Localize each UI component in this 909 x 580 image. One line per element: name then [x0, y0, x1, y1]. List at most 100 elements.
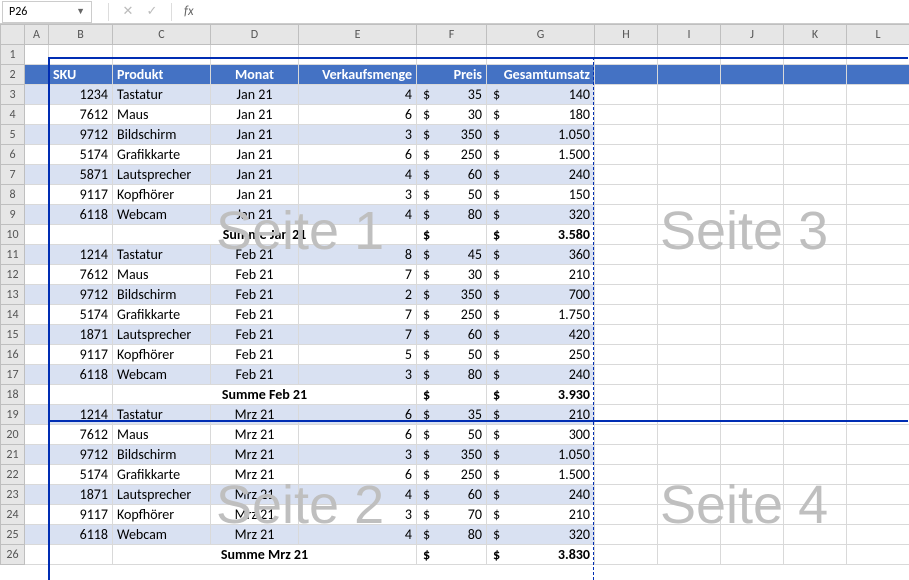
- cell[interactable]: [25, 165, 49, 185]
- cell[interactable]: $1.500: [487, 465, 595, 485]
- cell[interactable]: 9117: [49, 505, 113, 525]
- cell[interactable]: $60: [417, 485, 487, 505]
- cell[interactable]: 9117: [49, 345, 113, 365]
- cell[interactable]: [721, 145, 784, 165]
- cell[interactable]: Jan 21: [211, 105, 299, 125]
- cell[interactable]: $45: [417, 245, 487, 265]
- cell[interactable]: Mrz 21: [211, 445, 299, 465]
- cell[interactable]: [721, 165, 784, 185]
- cell[interactable]: $140: [487, 85, 595, 105]
- cell[interactable]: $180: [487, 105, 595, 125]
- cell[interactable]: $80: [417, 365, 487, 385]
- cell[interactable]: [847, 105, 909, 125]
- cell[interactable]: Jan 21: [211, 85, 299, 105]
- cell[interactable]: Feb 21: [211, 325, 299, 345]
- cell[interactable]: [721, 265, 784, 285]
- col-header[interactable]: D: [211, 25, 299, 45]
- cell[interactable]: [25, 445, 49, 465]
- cell[interactable]: 4: [299, 205, 417, 225]
- cell[interactable]: Mrz 21: [211, 465, 299, 485]
- cell[interactable]: [847, 185, 909, 205]
- cell[interactable]: 6: [299, 105, 417, 125]
- cell[interactable]: $: [417, 545, 487, 565]
- cell[interactable]: 9712: [49, 445, 113, 465]
- cell[interactable]: [847, 525, 909, 545]
- cell[interactable]: Feb 21: [211, 305, 299, 325]
- name-box[interactable]: P26 ▼: [2, 1, 92, 23]
- cell[interactable]: [595, 525, 658, 545]
- col-header[interactable]: C: [113, 25, 211, 45]
- cell[interactable]: [721, 465, 784, 485]
- cell[interactable]: Summe Mrz 21: [113, 545, 417, 565]
- cell[interactable]: [847, 425, 909, 445]
- cell[interactable]: [847, 205, 909, 225]
- row-header[interactable]: 8: [1, 185, 25, 205]
- cell[interactable]: Jan 21: [211, 205, 299, 225]
- cell[interactable]: [784, 145, 847, 165]
- cell[interactable]: [595, 425, 658, 445]
- cell[interactable]: [595, 465, 658, 485]
- cell[interactable]: [658, 465, 721, 485]
- cell[interactable]: [658, 365, 721, 385]
- cell[interactable]: Webcam: [113, 205, 211, 225]
- cell[interactable]: [658, 85, 721, 105]
- cell[interactable]: [847, 285, 909, 305]
- cell[interactable]: [847, 545, 909, 565]
- cell[interactable]: [658, 445, 721, 465]
- cell[interactable]: $: [417, 225, 487, 245]
- cell[interactable]: [658, 305, 721, 325]
- cell[interactable]: Kopfhörer: [113, 185, 211, 205]
- cell[interactable]: [25, 465, 49, 485]
- cell[interactable]: Jan 21: [211, 145, 299, 165]
- cell[interactable]: [25, 525, 49, 545]
- row-header[interactable]: 14: [1, 305, 25, 325]
- cell[interactable]: [784, 425, 847, 445]
- cell[interactable]: [595, 45, 658, 65]
- cell[interactable]: Jan 21: [211, 185, 299, 205]
- cell[interactable]: [25, 145, 49, 165]
- cell[interactable]: $350: [417, 125, 487, 145]
- col-header[interactable]: G: [487, 25, 595, 45]
- cell[interactable]: Feb 21: [211, 345, 299, 365]
- row-header[interactable]: 4: [1, 105, 25, 125]
- row-header[interactable]: 15: [1, 325, 25, 345]
- cell[interactable]: [784, 465, 847, 485]
- cell[interactable]: [49, 385, 113, 405]
- cell[interactable]: [658, 385, 721, 405]
- cell[interactable]: $3.580: [487, 225, 595, 245]
- cell[interactable]: [595, 325, 658, 345]
- cell[interactable]: $250: [417, 305, 487, 325]
- cell[interactable]: 7: [299, 305, 417, 325]
- cell[interactable]: Lautsprecher: [113, 165, 211, 185]
- cell[interactable]: [658, 205, 721, 225]
- cell[interactable]: [847, 325, 909, 345]
- cell[interactable]: $30: [417, 105, 487, 125]
- cell[interactable]: [487, 45, 595, 65]
- cell[interactable]: [784, 505, 847, 525]
- cell[interactable]: 3: [299, 185, 417, 205]
- row-header[interactable]: 16: [1, 345, 25, 365]
- cell[interactable]: $50: [417, 185, 487, 205]
- cell[interactable]: [658, 505, 721, 525]
- row-header[interactable]: 7: [1, 165, 25, 185]
- col-header[interactable]: I: [658, 25, 721, 45]
- cell[interactable]: Summe Feb 21: [113, 385, 417, 405]
- row-header[interactable]: 5: [1, 125, 25, 145]
- cell[interactable]: $350: [417, 285, 487, 305]
- cell[interactable]: 5174: [49, 305, 113, 325]
- cell[interactable]: [658, 265, 721, 285]
- cell[interactable]: [595, 345, 658, 365]
- cell[interactable]: 3: [299, 365, 417, 385]
- cell[interactable]: 3: [299, 125, 417, 145]
- col-header[interactable]: E: [299, 25, 417, 45]
- cell[interactable]: [847, 45, 909, 65]
- worksheet[interactable]: A B C D E F G H I J K L 12SKUProduktMona…: [0, 24, 909, 565]
- cell[interactable]: [658, 325, 721, 345]
- cell[interactable]: [784, 385, 847, 405]
- cell[interactable]: 3: [299, 505, 417, 525]
- cell[interactable]: Preis: [417, 65, 487, 85]
- cell[interactable]: [847, 365, 909, 385]
- cell[interactable]: Jan 21: [211, 125, 299, 145]
- cell[interactable]: [721, 245, 784, 265]
- cell[interactable]: Kopfhörer: [113, 345, 211, 365]
